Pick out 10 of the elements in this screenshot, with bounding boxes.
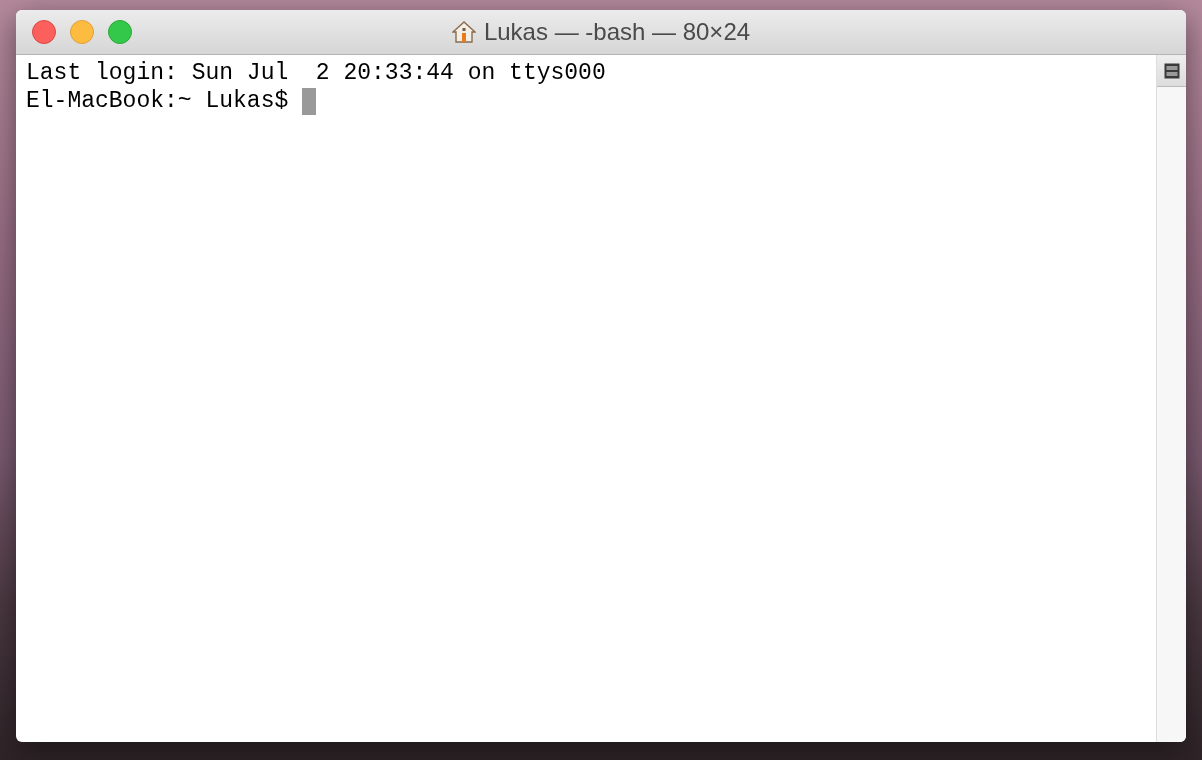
close-button[interactable] (32, 20, 56, 44)
terminal-line: Last login: Sun Jul 2 20:33:44 on ttys000 (26, 59, 606, 87)
minimize-button[interactable] (70, 20, 94, 44)
split-icon (1163, 62, 1180, 79)
house-icon (451, 20, 476, 44)
text-cursor (302, 87, 317, 115)
zoom-button[interactable] (108, 20, 132, 44)
window-title: Lukas — -bash — 80×24 (483, 18, 751, 46)
split-pane-button[interactable] (1157, 55, 1186, 87)
shell-prompt: El-MacBook:~ Lukas$ (26, 87, 290, 115)
